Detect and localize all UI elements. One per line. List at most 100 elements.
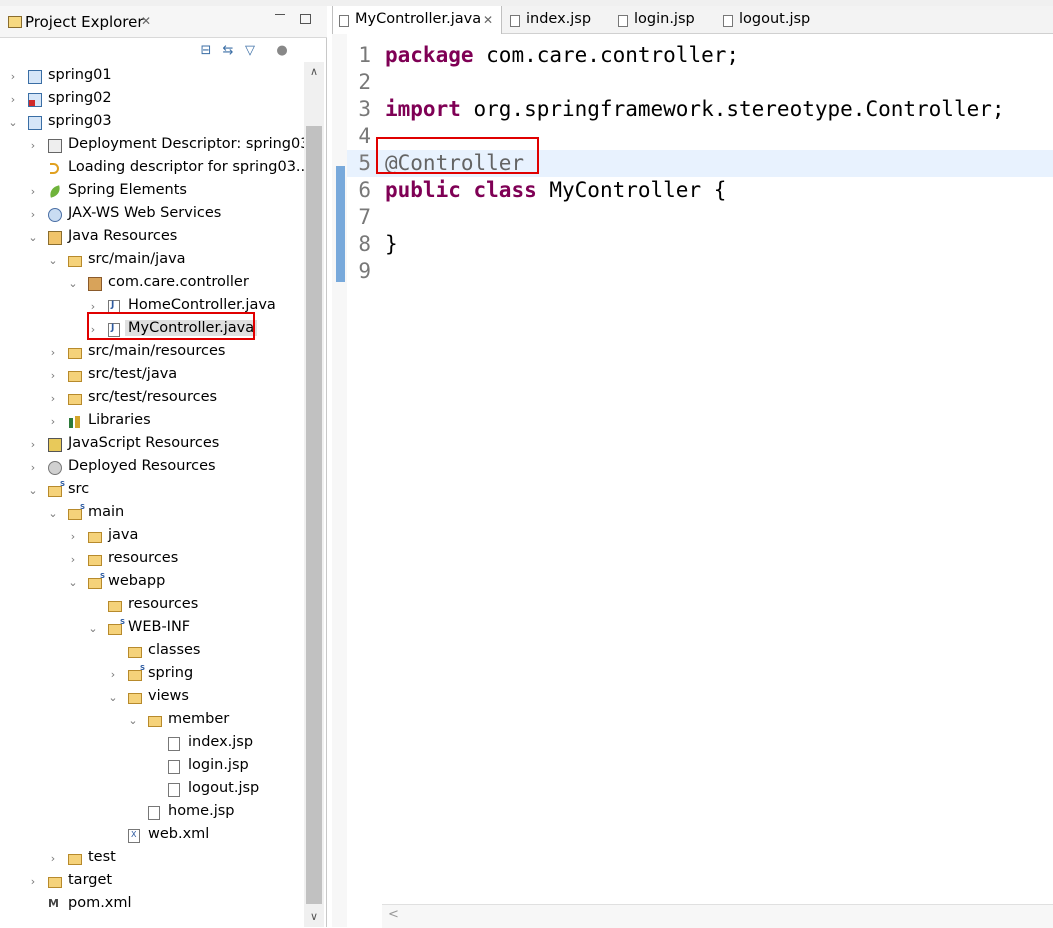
expand-twisty-icon[interactable]: › [108,668,118,682]
tree-item[interactable]: logout.jsp [0,779,300,802]
tree-item[interactable]: ⌄ views [0,687,300,710]
collapse-twisty-icon[interactable]: ⌄ [128,714,138,728]
editor-horizontal-scrollbar[interactable]: < [382,904,1053,928]
collapse-twisty-icon[interactable]: ⌄ [68,277,78,291]
code-line[interactable]: 8} [347,231,1053,258]
expand-twisty-icon[interactable]: › [48,852,58,866]
tree-item[interactable]: › spring [0,664,300,687]
tree-item[interactable]: ⌄ WEB-INF [0,618,300,641]
tree-item[interactable]: › spring02 [0,89,300,112]
expand-twisty-icon[interactable]: › [48,415,58,429]
tab-index-jsp[interactable]: index.jsp [504,6,609,34]
tree-item[interactable]: classes [0,641,300,664]
expand-twisty-icon[interactable]: › [48,392,58,406]
code-line[interactable]: 6 public class MyController { [347,177,1053,204]
tree-item[interactable]: › src/test/resources [0,388,300,411]
tree-item[interactable]: › target [0,871,300,894]
tree-item[interactable]: resources [0,595,300,618]
tree-item[interactable]: › java [0,526,300,549]
tree-item[interactable]: index.jsp [0,733,300,756]
scroll-down-icon[interactable]: ∨ [304,907,324,927]
tree-item[interactable]: ⌄ src/main/java [0,250,300,273]
tab-label: login.jsp [634,11,695,27]
minimize-icon[interactable] [275,12,285,15]
source-folder-icon [68,394,82,405]
tree-item[interactable]: ⌄ webapp [0,572,300,595]
tree-item[interactable]: › JAX-WS Web Services [0,204,300,227]
tree-item-label: logout.jsp [188,780,260,796]
tree-item[interactable]: ⌄ spring03 [0,112,300,135]
tree-item[interactable]: ⌄ main [0,503,300,526]
tree-item[interactable]: ⌄ member [0,710,300,733]
collapse-twisty-icon[interactable]: ⌄ [68,576,78,590]
tree-item[interactable]: web.xml [0,825,300,848]
project-icon [28,116,42,130]
tree-item[interactable]: › Spring Elements [0,181,300,204]
line-number: 8 [358,232,371,256]
collapse-all-icon[interactable]: ⊟ [199,44,213,58]
tree-item[interactable]: login.jsp [0,756,300,779]
jsp-file-icon [168,737,180,751]
scroll-left-icon[interactable]: < [388,907,399,922]
tree-item[interactable]: ⌄ com.care.controller [0,273,300,296]
expand-twisty-icon[interactable]: › [28,139,38,153]
collapse-twisty-icon[interactable]: ⌄ [48,507,58,521]
tab-logout-jsp[interactable]: logout.jsp [717,6,837,34]
collapse-twisty-icon[interactable]: ⌄ [28,231,38,245]
tree-vertical-scrollbar[interactable]: ∧ ∨ [304,62,324,927]
code-line[interactable]: 3 import org.springframework.stereotype.C… [347,96,1053,123]
tree-item-label: JAX-WS Web Services [68,205,222,221]
collapse-twisty-icon[interactable]: ⌄ [88,622,98,636]
collapse-twisty-icon[interactable]: ⌄ [108,691,118,705]
tree-item[interactable]: ⌄ src [0,480,300,503]
close-icon[interactable]: ✕ [141,14,151,28]
tree-item[interactable]: › test [0,848,300,871]
tree-item[interactable]: home.jsp [0,802,300,825]
maximize-icon[interactable] [300,14,311,24]
tree-item[interactable]: Loading descriptor for spring03... [0,158,304,181]
expand-twisty-icon[interactable]: › [68,553,78,567]
tree-item[interactable]: › spring01 [0,66,300,89]
expand-twisty-icon[interactable]: › [28,438,38,452]
tree-item-label: resources [128,596,199,612]
filter-icon[interactable]: ▽ [243,44,257,58]
tree-item[interactable]: › src/main/resources [0,342,300,365]
tree-item[interactable]: › resources [0,549,300,572]
scroll-thumb[interactable] [306,126,322,904]
tree-item[interactable]: › Deployment Descriptor: spring03 [0,135,304,158]
expand-twisty-icon[interactable]: › [28,461,38,475]
view-menu-icon[interactable]: ● [275,44,289,58]
tree-item-label: test [88,849,116,865]
expand-twisty-icon[interactable]: › [68,530,78,544]
expand-twisty-icon[interactable]: › [8,93,18,107]
source-folder-icon [68,256,82,267]
tab-login-jsp[interactable]: login.jsp [612,6,722,34]
expand-twisty-icon[interactable]: › [28,875,38,889]
tree-item[interactable]: › src/test/java [0,365,300,388]
code-line[interactable]: 1 package com.care.controller; [347,42,1053,69]
code-line[interactable]: 2 [347,69,1053,96]
tree-item[interactable]: › Deployed Resources [0,457,300,480]
link-with-editor-icon[interactable]: ⇆ [221,44,235,58]
tree-item[interactable]: ⌄ Java Resources [0,227,300,250]
code-text: import org.springframework.stereotype.Co… [385,96,1005,123]
expand-twisty-icon[interactable]: › [28,185,38,199]
tab-mycontroller-java[interactable]: MyController.java ✕ [332,6,502,34]
scroll-up-icon[interactable]: ∧ [304,62,324,82]
collapse-twisty-icon[interactable]: ⌄ [8,116,18,130]
expand-twisty-icon[interactable]: › [28,208,38,222]
expand-twisty-icon[interactable]: › [48,369,58,383]
tree-item[interactable]: › JavaScript Resources [0,434,300,457]
tree-item[interactable]: pom.xml [0,894,300,917]
project-explorer-tab[interactable]: Project Explorer ✕ [0,6,327,38]
close-icon[interactable]: ✕ [483,13,493,27]
collapse-twisty-icon[interactable]: ⌄ [28,484,38,498]
code-line[interactable]: 9 [347,258,1053,285]
expand-twisty-icon[interactable]: › [48,346,58,360]
tree-item[interactable]: › Libraries [0,411,300,434]
expand-twisty-icon[interactable]: › [8,70,18,84]
collapse-twisty-icon[interactable]: ⌄ [48,254,58,268]
code-line[interactable]: 7 [347,204,1053,231]
tree-item-label: target [68,872,113,888]
